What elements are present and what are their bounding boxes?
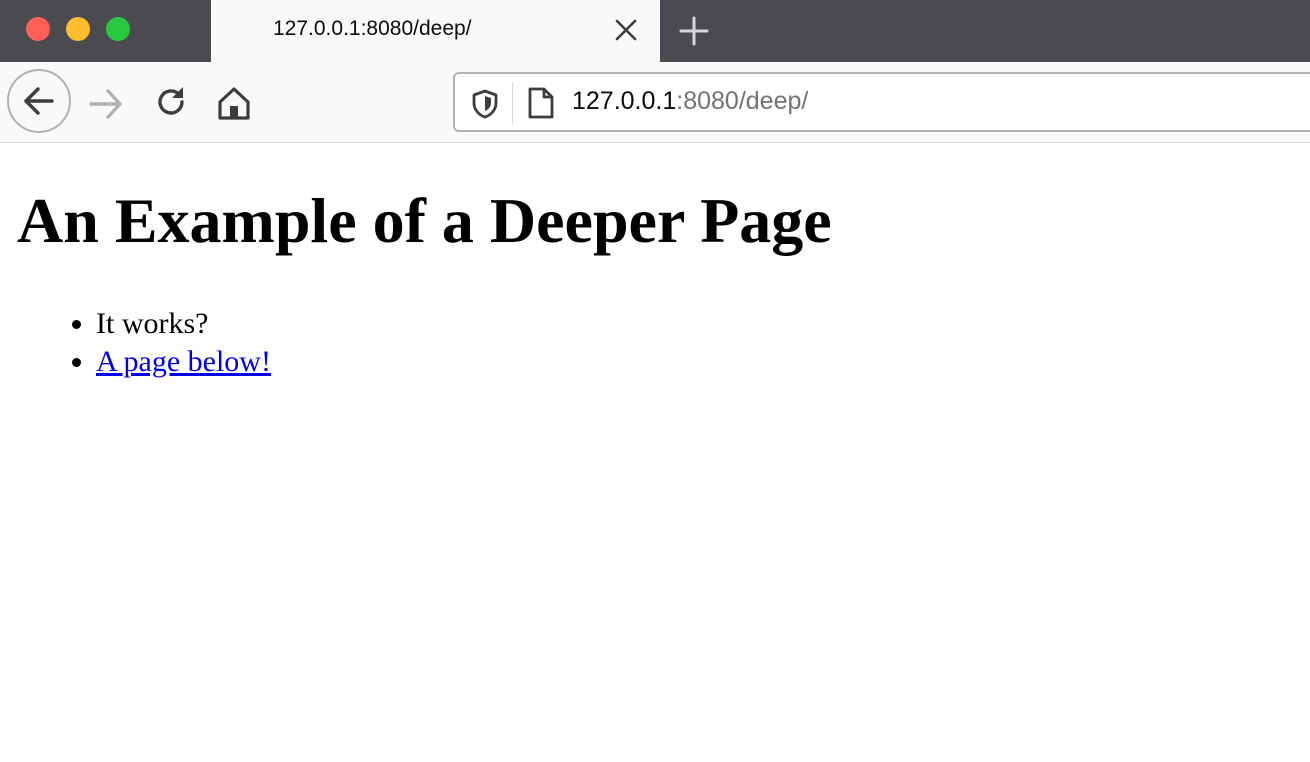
list-item: A page below!	[96, 343, 271, 381]
arrow-right-icon	[89, 89, 122, 119]
tab-title: 127.0.0.1:8080/deep/	[273, 17, 472, 40]
zoom-window-button[interactable]	[106, 17, 130, 41]
list-item: It works?	[96, 305, 271, 343]
tab-strip: 127.0.0.1:8080/deep/	[0, 0, 1310, 62]
list-item-text: It works?	[96, 307, 209, 340]
navigation-toolbar: 127.0.0.1:8080/deep/	[0, 62, 1310, 143]
url-divider	[512, 82, 513, 124]
page-icon[interactable]	[526, 86, 556, 120]
home-button[interactable]	[215, 84, 253, 122]
url-text[interactable]: 127.0.0.1:8080/deep/	[572, 87, 808, 116]
shield-icon[interactable]	[470, 89, 500, 119]
plus-icon[interactable]	[678, 15, 710, 47]
reload-button[interactable]	[153, 84, 189, 120]
page-below-link[interactable]: A page below!	[96, 345, 271, 378]
close-icon[interactable]	[613, 17, 639, 43]
home-icon	[218, 87, 250, 120]
page-title: An Example of a Deeper Page	[17, 185, 832, 256]
arrow-left-icon	[24, 87, 54, 115]
reload-icon	[158, 87, 184, 115]
url-host: 127.0.0.1	[572, 87, 677, 115]
address-bar[interactable]: 127.0.0.1:8080/deep/	[453, 72, 1310, 132]
browser-window: 127.0.0.1:8080/deep/ 127.0.0.1:8080/deep…	[0, 0, 1310, 762]
window-controls	[0, 0, 211, 62]
close-window-button[interactable]	[26, 17, 50, 41]
url-path: :8080/deep/	[676, 87, 809, 115]
item-list: It works? A page below!	[0, 305, 271, 381]
forward-button[interactable]	[88, 86, 124, 122]
back-button[interactable]	[7, 69, 71, 133]
minimize-window-button[interactable]	[66, 17, 90, 41]
tab-active[interactable]: 127.0.0.1:8080/deep/	[211, 0, 660, 62]
page-content: An Example of a Deeper Page It works? A …	[0, 143, 1310, 762]
